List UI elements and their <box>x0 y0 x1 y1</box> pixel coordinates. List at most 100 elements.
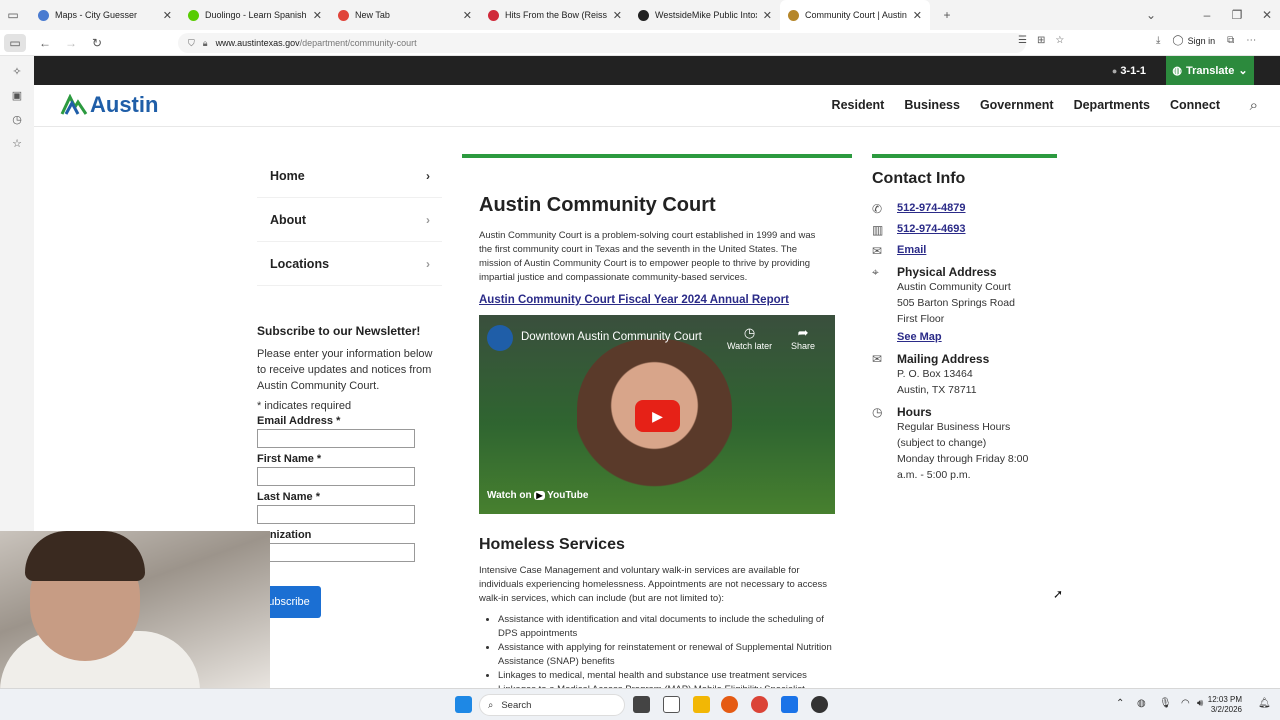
browser-tab[interactable]: Hits From the Bow (Reissue) - A ✕ <box>480 0 630 30</box>
play-icon[interactable]: ▶ <box>635 400 680 432</box>
search-icon[interactable]: ⌕ <box>1250 97 1258 114</box>
notepad-icon[interactable] <box>663 696 680 713</box>
physical-line: Austin Community Court <box>897 281 1011 293</box>
close-tab-icon[interactable]: ✕ <box>763 9 772 22</box>
notification-bell-icon[interactable]: 🔔︎ <box>1258 698 1271 709</box>
last-name-field[interactable] <box>257 505 415 524</box>
sidenav-item-about[interactable]: About › <box>257 198 442 242</box>
taskbar-search[interactable]: ⌕ Search <box>479 694 625 716</box>
favorite-star-icon[interactable]: ☆ <box>1055 35 1064 46</box>
app-available-icon[interactable]: ⊞ <box>1037 35 1045 46</box>
profile-icon[interactable]: ◯ <box>1172 35 1183 46</box>
video-title[interactable]: Downtown Austin Community Court <box>521 331 702 343</box>
nav-item-connect[interactable]: Connect <box>1170 98 1220 112</box>
see-map-link[interactable]: See Map <box>897 331 942 343</box>
watch-on-youtube-button[interactable]: Watch on ▶ YouTube <box>487 490 588 501</box>
file-explorer-icon[interactable] <box>693 696 710 713</box>
video-player[interactable]: Downtown Austin Community Court ◷ Watch l… <box>479 315 835 514</box>
sidenav-label: About <box>270 212 307 227</box>
fax-link[interactable]: 512-974-4693 <box>897 223 966 235</box>
webcam-overlay <box>0 531 270 691</box>
downloads-icon[interactable]: ⤓ <box>1156 35 1160 46</box>
nav-item-departments[interactable]: Departments <box>1074 98 1150 112</box>
collections-icon[interactable]: ▣ <box>0 83 34 107</box>
browser-tab[interactable]: Maps - City Guesser ✕ <box>30 0 180 30</box>
tab-title: Community Court | AustinTexas <box>805 10 907 20</box>
annual-report-link[interactable]: Austin Community Court Fiscal Year 2024 … <box>479 294 852 306</box>
sign-in-button[interactable]: Sign in <box>1188 36 1216 46</box>
sidebar-toggle-icon[interactable]: ▭ <box>4 33 26 52</box>
close-tab-icon[interactable]: ✕ <box>163 9 172 22</box>
refresh-icon[interactable]: ↻ <box>84 30 110 56</box>
wifi-icon[interactable]: ◠ <box>1181 698 1190 709</box>
volume-icon[interactable]: 🔊︎ <box>1197 698 1203 709</box>
browser-tab[interactable]: WestsideMike Public Intoxicatio ✕ <box>630 0 780 30</box>
microphone-icon[interactable]: 🎙︎ <box>1159 698 1172 709</box>
close-tab-icon[interactable]: ✕ <box>913 9 922 22</box>
new-tab-icon[interactable]: + <box>934 2 960 28</box>
close-window-icon[interactable]: ✕ <box>1254 2 1280 28</box>
back-icon[interactable]: ← <box>32 30 58 56</box>
system-clock[interactable]: 12:03 PM 3/2/2026 <box>1208 695 1242 715</box>
chrome-icon[interactable] <box>751 696 768 713</box>
organization-field[interactable] <box>257 543 415 562</box>
watch-later-label: Watch later <box>727 341 773 351</box>
copilot-icon[interactable]: ✧ <box>0 59 34 83</box>
close-tab-icon[interactable]: ✕ <box>313 9 322 22</box>
webcam-person-hair <box>25 531 145 581</box>
sidenav-label: Locations <box>270 256 330 271</box>
physical-line: First Floor <box>897 313 945 325</box>
more-menu-icon[interactable]: ⋯ <box>1246 35 1256 46</box>
minimize-icon[interactable]: – <box>1194 2 1220 28</box>
restore-icon[interactable]: ❐ <box>1224 2 1250 28</box>
windows-taskbar: ⌕ Search ⌃ ◍ 🎙︎ ◠ 🔊︎ 12:03 PM 3/2/2026 🔔︎ <box>0 688 1280 720</box>
watch-on-label: Watch on <box>487 490 532 501</box>
first-name-field[interactable] <box>257 467 415 486</box>
share-button[interactable]: ➦ Share <box>791 325 815 351</box>
tab-favicon-icon <box>338 9 349 21</box>
share-icon: ➦ <box>797 325 809 340</box>
close-tab-icon[interactable]: ✕ <box>613 9 622 22</box>
translate-button[interactable]: ◍ Translate ⌄ <box>1166 56 1254 85</box>
tray-chevron-icon[interactable]: ⌃ <box>1116 698 1124 709</box>
sidenav-item-home[interactable]: Home › <box>257 154 442 198</box>
hours-line: a.m. - 5:00 p.m. <box>897 469 971 481</box>
austin-logo[interactable]: Austin <box>60 92 158 118</box>
email-field[interactable] <box>257 429 415 448</box>
homeless-services-list: Assistance with identification and vital… <box>498 613 838 697</box>
firefox-icon[interactable] <box>721 696 738 713</box>
obs-icon[interactable] <box>811 696 828 713</box>
extensions-icon[interactable]: ⧉ <box>1227 35 1234 46</box>
browser-tab[interactable]: New Tab ✕ <box>330 0 480 30</box>
austin-logo-mark-icon <box>60 94 88 115</box>
translate-label: Translate <box>1186 64 1235 77</box>
nav-item-resident[interactable]: Resident <box>832 98 885 112</box>
email-label: Email Address * <box>257 415 341 427</box>
tab-list-chevron-icon[interactable]: ⌄ <box>1138 2 1164 28</box>
sidenav-item-locations[interactable]: Locations › <box>257 242 442 286</box>
nav-item-business[interactable]: Business <box>904 98 960 112</box>
youtube-label: YouTube <box>547 490 589 501</box>
notepad-plus-icon[interactable] <box>781 696 798 713</box>
browser-tab[interactable]: Community Court | AustinTexas ✕ <box>780 0 930 30</box>
watch-later-button[interactable]: ◷ Watch later <box>727 325 772 351</box>
reader-view-icon[interactable]: ☰ <box>1018 35 1027 46</box>
phone-link[interactable]: 512-974-4879 <box>897 202 966 214</box>
url-field[interactable]: ⛉ 🔒︎ www.austintexas.gov/department/comm… <box>178 33 1026 53</box>
newsletter-description: Please enter your information below to r… <box>257 348 433 392</box>
nav-item-government[interactable]: Government <box>980 98 1054 112</box>
forward-icon[interactable]: → <box>58 30 84 56</box>
channel-avatar[interactable] <box>487 325 513 351</box>
required-note: * indicates required <box>257 400 352 412</box>
browser-tab[interactable]: Duolingo - Learn Spanish with D ✕ <box>180 0 330 30</box>
network-icon[interactable]: ◍ <box>1137 698 1146 709</box>
history-icon[interactable]: ◷ <box>0 107 34 131</box>
task-view-icon[interactable] <box>633 696 650 713</box>
tab-actions-icon[interactable]: ▭ <box>0 2 26 28</box>
windows-start-icon[interactable] <box>455 696 472 713</box>
email-link[interactable]: Email <box>897 244 926 256</box>
close-tab-icon[interactable]: ✕ <box>463 9 472 22</box>
call-311-link[interactable]: ● 3-1-1 <box>1112 65 1146 77</box>
favorites-icon[interactable]: ☆ <box>0 131 34 155</box>
main-content: Austin Community Court Austin Community … <box>462 154 852 695</box>
